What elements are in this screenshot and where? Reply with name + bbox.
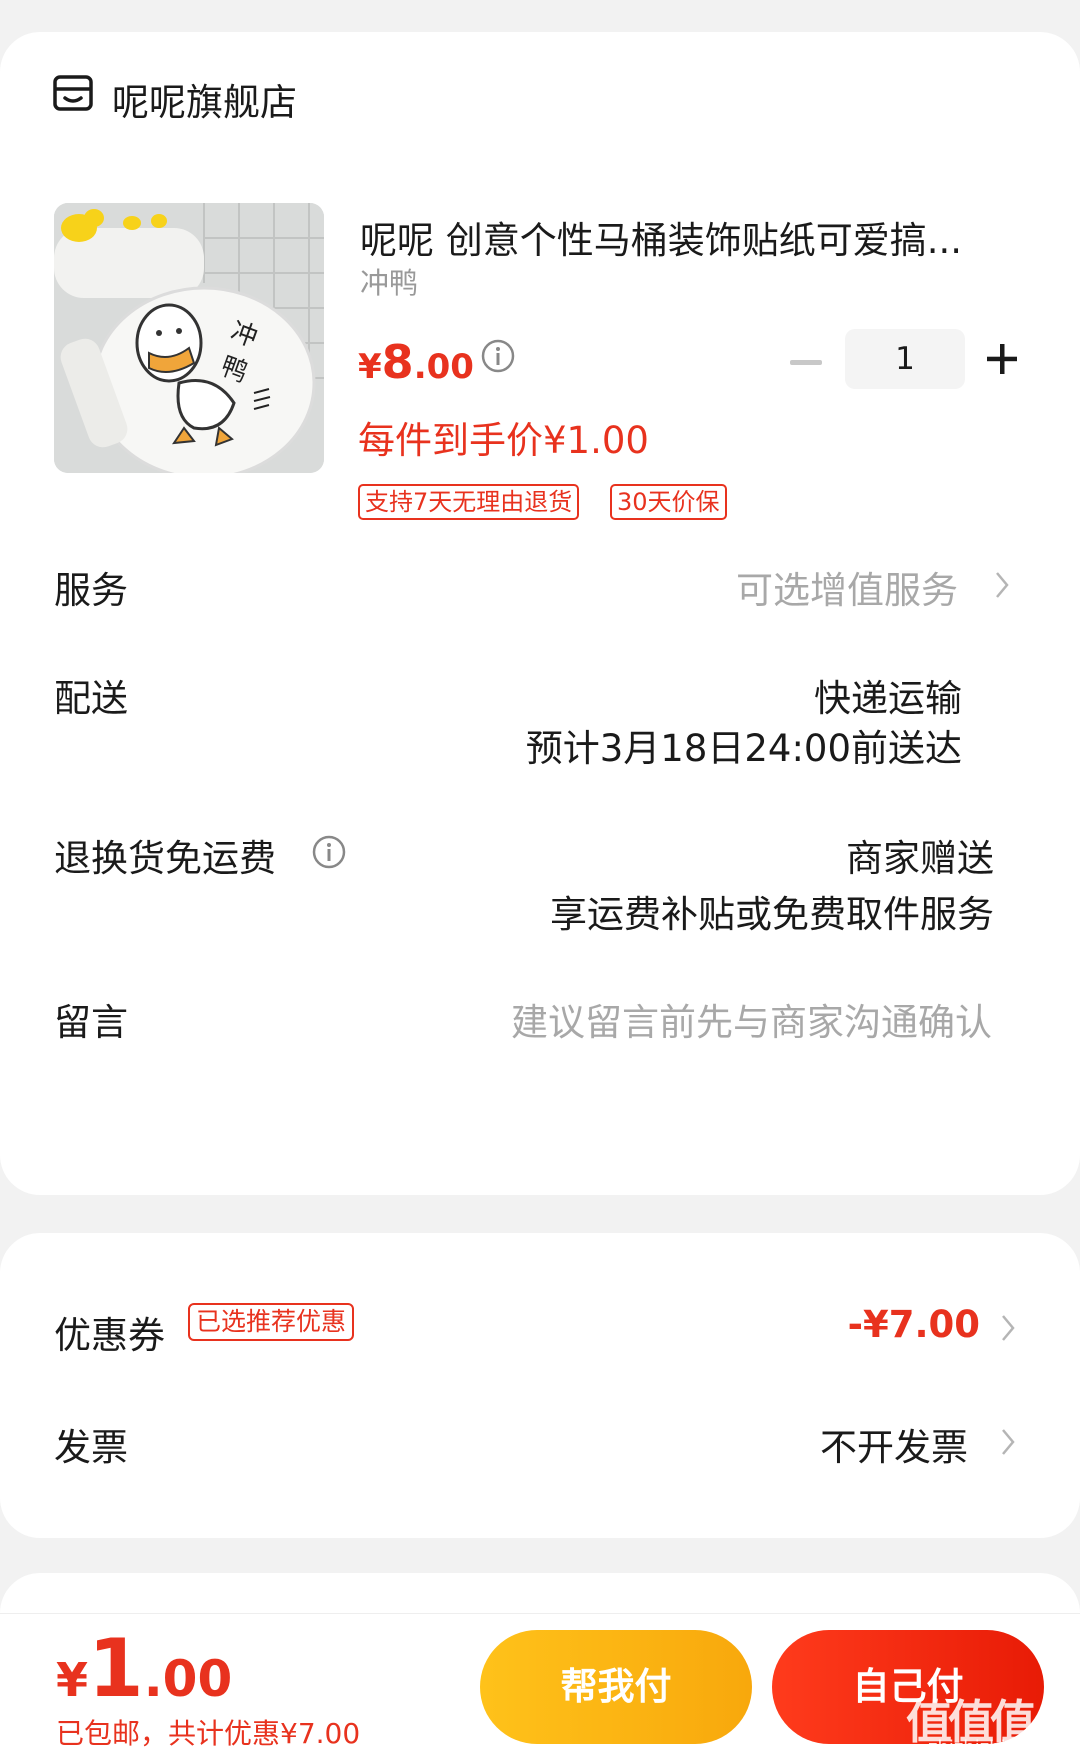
product-variant[interactable]: 冲鸭 xyxy=(360,260,418,302)
unit-price: 每件到手价¥1.00 xyxy=(358,419,649,462)
invoice-value[interactable]: 不开发票 xyxy=(820,1417,968,1471)
store-icon xyxy=(53,75,93,111)
total-price: ¥1.00 xyxy=(56,1622,232,1715)
return-shipping-detail: 享运费补贴或免费取件服务 xyxy=(550,893,994,936)
coupon-badge: 已选推荐优惠 xyxy=(188,1303,355,1341)
help-pay-button[interactable]: 帮我付 xyxy=(480,1630,752,1744)
quantity-increase-button[interactable] xyxy=(985,342,1019,376)
delivery-label: 配送 xyxy=(54,677,128,720)
discount-card: 优惠券 已选推荐优惠 -¥7.00 发票 不开发票 xyxy=(0,1233,1080,1538)
product-title[interactable]: 呢呢 创意个性马桶装饰贴纸可爱搞... xyxy=(360,210,962,264)
price-integer: 8 xyxy=(381,335,414,389)
store-name[interactable]: 呢呢旗舰店 xyxy=(112,72,297,126)
watermark-url: zhizhizhi.com xyxy=(928,1737,1050,1758)
message-label: 留言 xyxy=(54,1001,128,1044)
chevron-right-icon[interactable] xyxy=(1000,1427,1016,1457)
price-protect-tag: 30天价保 xyxy=(610,484,727,520)
coupon-value[interactable]: -¥7.00 xyxy=(848,1303,980,1346)
product-price: ¥8.00 xyxy=(358,335,474,389)
product-image[interactable]: 冲 鸭 xyxy=(54,203,324,473)
delivery-eta: 预计3月18日24:00前送达 xyxy=(525,727,962,770)
total-decimal: .00 xyxy=(143,1650,233,1708)
info-icon[interactable] xyxy=(480,338,516,374)
chevron-right-icon[interactable] xyxy=(994,570,1010,600)
return-shipping-value: 商家赠送 xyxy=(846,837,994,880)
chevron-right-icon[interactable] xyxy=(1000,1313,1016,1343)
service-value[interactable]: 可选增值服务 xyxy=(736,560,958,614)
total-integer: 1 xyxy=(88,1622,144,1715)
return-policy-tag: 支持7天无理由退货 xyxy=(358,484,580,520)
price-currency: ¥ xyxy=(358,347,382,387)
quantity-decrease-button[interactable] xyxy=(790,360,822,365)
info-icon[interactable] xyxy=(311,834,347,870)
total-currency: ¥ xyxy=(56,1653,89,1707)
service-label: 服务 xyxy=(54,569,128,612)
order-card: 呢呢旗舰店 冲 鸭 呢呢 创意个性马桶装饰贴纸可爱搞... 冲鸭 ¥8.00 每… xyxy=(0,32,1080,1195)
quantity-input[interactable]: 1 xyxy=(845,329,965,389)
coupon-label: 优惠券 xyxy=(54,1314,165,1357)
order-summary: 已包邮，共计优惠¥7.00 xyxy=(56,1717,361,1750)
invoice-label: 发票 xyxy=(54,1426,128,1469)
message-input[interactable]: 建议留言前先与商家沟通确认 xyxy=(511,992,992,1046)
price-decimal: .00 xyxy=(413,347,474,387)
return-shipping-label: 退换货免运费 xyxy=(54,837,276,880)
delivery-method: 快递运输 xyxy=(814,677,962,720)
